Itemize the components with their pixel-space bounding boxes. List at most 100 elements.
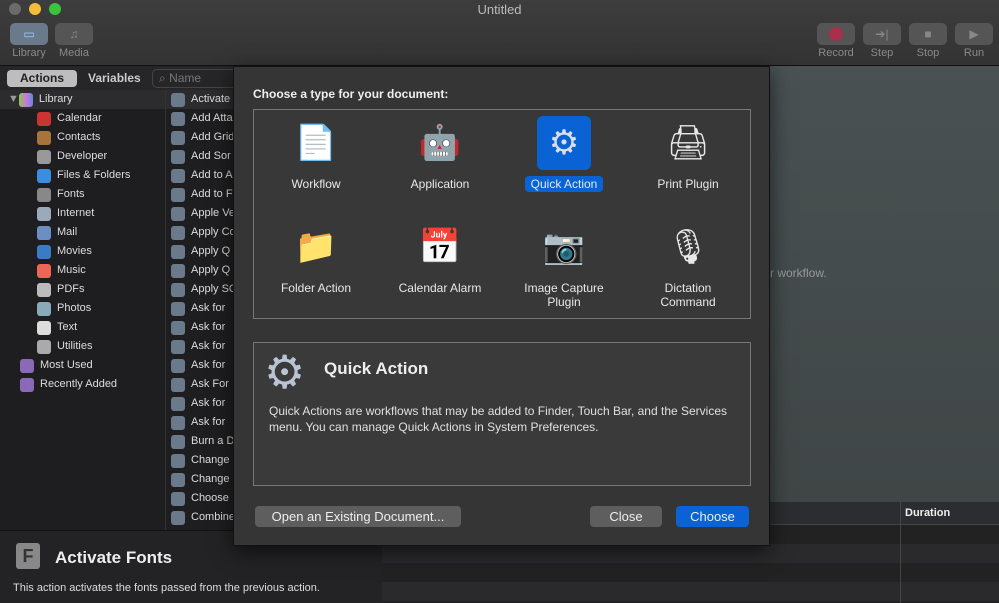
action-label: Ask for [191, 397, 226, 409]
action-item[interactable]: Combine [166, 508, 235, 527]
record-button[interactable] [817, 23, 855, 45]
category-item[interactable]: Text [0, 318, 165, 337]
open-existing-button[interactable]: Open an Existing Document... [255, 506, 461, 527]
category-label: Photos [57, 302, 92, 314]
action-label: Add Sor [191, 150, 231, 162]
category-item[interactable]: Fonts [0, 185, 165, 204]
category-label: Recently Added [40, 378, 118, 390]
action-item[interactable]: Apply Co [166, 223, 235, 242]
step-button[interactable]: ➔| [863, 23, 901, 45]
tab-actions[interactable]: Actions [7, 70, 77, 87]
tab-variables[interactable]: Variables [78, 70, 151, 87]
font-icon: F [16, 543, 40, 569]
category-item[interactable]: Mail [0, 223, 165, 242]
category-item[interactable]: Photos [0, 299, 165, 318]
document-type-calendar-alarm[interactable]: 📅 Calendar Alarm [378, 220, 502, 296]
disclosure-triangle-icon[interactable]: ▼ [8, 90, 19, 109]
action-item[interactable]: Ask for [166, 394, 235, 413]
folder-icon: 📁 [294, 228, 338, 266]
action-label: Add Atta [191, 112, 233, 124]
action-icon [171, 187, 185, 202]
library-button[interactable]: ▭ [10, 23, 48, 45]
action-label: Apply Q [191, 264, 231, 276]
document-type-label: Dictation Command [660, 281, 716, 309]
close-button[interactable]: Close [590, 506, 662, 527]
action-item[interactable]: Apply SQ [166, 280, 235, 299]
action-icon [171, 339, 185, 354]
action-item[interactable]: Add to F [166, 185, 235, 204]
action-item[interactable]: Add Atta [166, 109, 235, 128]
category-item[interactable]: Most Used [0, 356, 165, 375]
action-item[interactable]: Apply Q [166, 242, 235, 261]
action-item[interactable]: Ask for [166, 413, 235, 432]
category-item[interactable]: Movies [0, 242, 165, 261]
action-icon [171, 282, 185, 297]
application-icon: 🤖 [418, 124, 462, 162]
duration-column-header[interactable]: Duration [905, 507, 950, 519]
document-type-label: Quick Action [524, 176, 604, 192]
category-label: Fonts [57, 188, 85, 200]
document-type-workflow[interactable]: 📄 Workflow [254, 116, 378, 192]
category-item[interactable]: Calendar [0, 109, 165, 128]
action-icon [171, 168, 185, 183]
run-button[interactable]: ▶ [955, 23, 993, 45]
category-label: Movies [57, 245, 92, 257]
action-item[interactable]: Change [166, 451, 235, 470]
stop-button[interactable]: ■ [909, 23, 947, 45]
info-title: Quick Action [324, 359, 429, 378]
window-title: Untitled [477, 2, 522, 17]
category-label: Text [57, 321, 78, 333]
action-item[interactable]: Ask for [166, 318, 235, 337]
action-list: Activate Add Atta Add Grid Add Sor Add to A A… [165, 90, 235, 530]
action-icon [171, 206, 185, 221]
category-item[interactable]: Utilities [0, 337, 165, 356]
category-item[interactable]: Developer [0, 147, 165, 166]
document-type-application[interactable]: 🤖 Application [378, 116, 502, 192]
category-item[interactable]: Internet [0, 204, 165, 223]
action-icon [171, 225, 185, 240]
category-item[interactable]: PDFs [0, 280, 165, 299]
document-type-dictation-command[interactable]: 🎙 Dictation Command [626, 220, 750, 310]
category-item[interactable]: Contacts [0, 128, 165, 147]
document-type-dialog: Choose a type for your document: 📄 Workfl… [233, 66, 770, 546]
category-icon [20, 377, 34, 392]
action-item[interactable]: Burn a D [166, 432, 235, 451]
action-item[interactable]: Ask for [166, 299, 235, 318]
microphone-icon: 🎙 [666, 228, 710, 266]
step-icon: ➔| [863, 23, 901, 45]
category-item[interactable]: Music [0, 261, 165, 280]
media-button[interactable]: ♫ [55, 23, 93, 45]
document-type-image-capture-plugin[interactable]: 📷 Image Capture Plugin [502, 220, 626, 310]
document-type-folder-action[interactable]: 📁 Folder Action [254, 220, 378, 296]
category-label: Most Used [40, 359, 93, 371]
action-item[interactable]: Apple Ve [166, 204, 235, 223]
category-icon [37, 111, 51, 126]
action-icon [171, 111, 185, 126]
category-icon [37, 320, 51, 335]
action-icon [171, 453, 185, 468]
document-type-quick-action[interactable]: ⚙ Quick Action [502, 116, 626, 192]
action-item[interactable]: Add Sor [166, 147, 235, 166]
category-item[interactable]: ▼ Library [0, 90, 165, 109]
action-item[interactable]: Activate [166, 90, 235, 109]
category-icon [37, 282, 51, 297]
action-item[interactable]: Choose [166, 489, 235, 508]
category-label: Mail [57, 226, 78, 238]
category-item[interactable]: Files & Folders [0, 166, 165, 185]
search-input[interactable]: ⌕ Name [152, 69, 242, 88]
category-icon [20, 358, 34, 373]
action-icon [171, 92, 185, 107]
media-icon: ♫ [55, 23, 93, 45]
action-item[interactable]: Ask For [166, 375, 235, 394]
action-item[interactable]: Ask for [166, 356, 235, 375]
action-item[interactable]: Ask for [166, 337, 235, 356]
action-item[interactable]: Add Grid [166, 128, 235, 147]
choose-button[interactable]: Choose [676, 506, 749, 527]
action-item[interactable]: Apply Q [166, 261, 235, 280]
document-type-print-plugin[interactable]: 🖨 Print Plugin [626, 116, 750, 192]
media-label: Media [59, 47, 89, 59]
action-item[interactable]: Add to A [166, 166, 235, 185]
action-label: Add to F [191, 188, 233, 200]
category-item[interactable]: Recently Added [0, 375, 165, 394]
action-item[interactable]: Change [166, 470, 235, 489]
